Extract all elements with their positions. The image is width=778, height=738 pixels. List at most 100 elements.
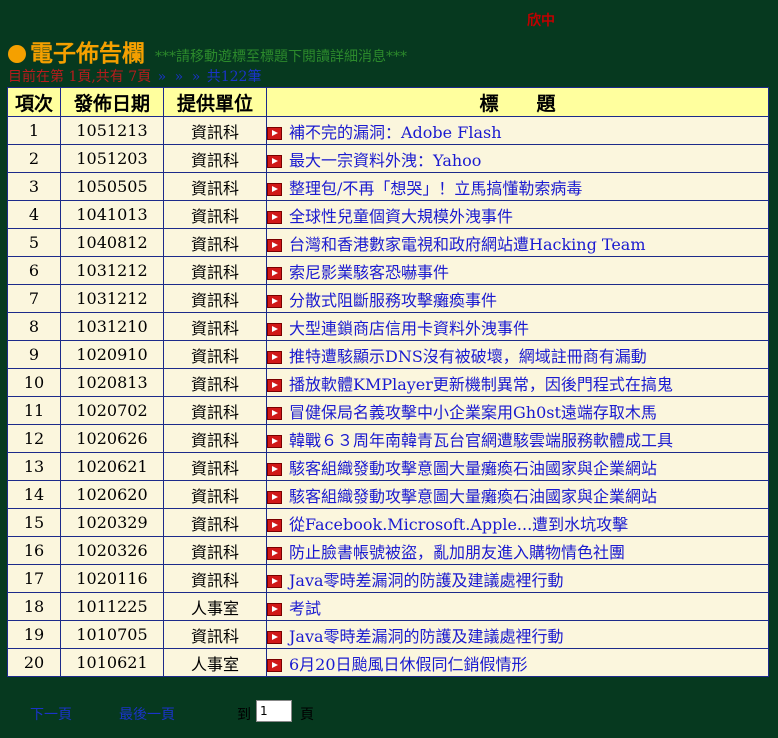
row-title-link[interactable]: 駭客組織發動攻擊意圖大量癱瘓石油國家與企業網站 bbox=[289, 459, 657, 478]
red-play-icon bbox=[267, 322, 282, 336]
row-unit: 資訊科 bbox=[163, 424, 267, 453]
row-date: 1011225 bbox=[60, 592, 164, 621]
goto-suffix: 頁 bbox=[300, 707, 314, 723]
row-unit: 資訊科 bbox=[163, 480, 267, 509]
pager-status: 目前在第 1頁,共有 7頁 » » » 共122筆 bbox=[8, 66, 261, 86]
row-date: 1020621 bbox=[60, 452, 164, 481]
row-no: 3 bbox=[7, 172, 61, 201]
row-date: 1020702 bbox=[60, 396, 164, 425]
row-title-link[interactable]: 大型連鎖商店信用卡資料外洩事件 bbox=[289, 319, 529, 338]
row-title-link[interactable]: 推特遭駭顯示DNS沒有被破壞，網域註冊商有漏動 bbox=[289, 347, 647, 366]
row-no: 14 bbox=[7, 480, 61, 509]
row-title-link[interactable]: 最大一宗資料外洩：Yahoo bbox=[289, 151, 481, 170]
bottom-nav: 下一頁 最後一頁 到 頁 bbox=[0, 700, 778, 726]
row-unit: 資訊科 bbox=[163, 116, 267, 145]
goto-page-input[interactable] bbox=[256, 700, 292, 722]
last-page-link[interactable]: 最後一頁 bbox=[119, 704, 175, 724]
row-no: 2 bbox=[7, 144, 61, 173]
table-row: 4 1041013 資訊科 全球性兒童個資大規模外洩事件 bbox=[7, 200, 769, 229]
table-row: 6 1031212 資訊科 索尼影業駭客恐嚇事件 bbox=[7, 256, 769, 285]
row-title-cell: 韓戰６３周年南韓青瓦台官網遭駭雲端服務軟體成工具 bbox=[266, 424, 769, 453]
row-date: 1031212 bbox=[60, 256, 164, 285]
row-title-link[interactable]: 6月20日颱風日休假同仁銷假情形 bbox=[289, 655, 528, 674]
row-title-link[interactable]: 考試 bbox=[289, 599, 321, 618]
row-no: 16 bbox=[7, 536, 61, 565]
row-title-link[interactable]: Java零時差漏洞的防護及建議處裡行動 bbox=[289, 627, 564, 646]
table-header-row: 項次 發佈日期 提供單位 標 題 bbox=[7, 87, 769, 117]
row-no: 17 bbox=[7, 564, 61, 593]
row-title-link[interactable]: 冒健保局名義攻擊中小企業案用Gh0st遠端存取木馬 bbox=[289, 403, 657, 422]
row-date: 1020116 bbox=[60, 564, 164, 593]
row-no: 6 bbox=[7, 256, 61, 285]
row-title-link[interactable]: 駭客組織發動攻擊意圖大量癱瘓石油國家與企業網站 bbox=[289, 487, 657, 506]
row-title-link[interactable]: 分散式阻斷服務攻擊癱瘓事件 bbox=[289, 291, 497, 310]
row-title-cell: 大型連鎖商店信用卡資料外洩事件 bbox=[266, 312, 769, 341]
red-play-icon bbox=[267, 462, 282, 476]
red-play-icon bbox=[267, 350, 282, 364]
row-no: 9 bbox=[7, 340, 61, 369]
red-play-icon bbox=[267, 406, 282, 420]
row-date: 1020326 bbox=[60, 536, 164, 565]
table-row: 1 1051213 資訊科 補不完的漏洞：Adobe Flash bbox=[7, 116, 769, 145]
pager-arrow-2[interactable]: » bbox=[175, 69, 184, 85]
row-title-cell: 防止臉書帳號被盜，亂加朋友進入購物情色社團 bbox=[266, 536, 769, 565]
orange-dot-icon bbox=[8, 45, 26, 63]
row-no: 19 bbox=[7, 620, 61, 649]
row-title-link[interactable]: 整理包/不再「想哭」！立馬搞懂勒索病毒 bbox=[289, 179, 582, 198]
red-play-icon bbox=[267, 602, 282, 616]
table-row: 17 1020116 資訊科 Java零時差漏洞的防護及建議處裡行動 bbox=[7, 564, 769, 593]
row-unit: 資訊科 bbox=[163, 508, 267, 537]
row-no: 8 bbox=[7, 312, 61, 341]
top-mark: 欣中 bbox=[527, 13, 555, 29]
row-title-cell: 6月20日颱風日休假同仁銷假情形 bbox=[266, 648, 769, 677]
red-play-icon bbox=[267, 546, 282, 560]
row-date: 1010705 bbox=[60, 620, 164, 649]
row-unit: 資訊科 bbox=[163, 620, 267, 649]
row-date: 1020620 bbox=[60, 480, 164, 509]
row-no: 1 bbox=[7, 116, 61, 145]
row-unit: 資訊科 bbox=[163, 452, 267, 481]
row-no: 15 bbox=[7, 508, 61, 537]
row-unit: 資訊科 bbox=[163, 200, 267, 229]
red-play-icon bbox=[267, 238, 282, 252]
row-no: 20 bbox=[7, 648, 61, 677]
row-unit: 資訊科 bbox=[163, 536, 267, 565]
header-unit: 提供單位 bbox=[163, 87, 267, 117]
red-play-icon bbox=[267, 434, 282, 448]
row-no: 18 bbox=[7, 592, 61, 621]
row-unit: 資訊科 bbox=[163, 228, 267, 257]
row-date: 1040812 bbox=[60, 228, 164, 257]
next-page-link[interactable]: 下一頁 bbox=[30, 704, 72, 724]
row-title-link[interactable]: 播放軟體KMPlayer更新機制異常，因後門程式在搞鬼 bbox=[289, 375, 673, 394]
row-title-cell: 駭客組織發動攻擊意圖大量癱瘓石油國家與企業網站 bbox=[266, 480, 769, 509]
red-play-icon bbox=[267, 126, 282, 140]
row-unit: 資訊科 bbox=[163, 144, 267, 173]
pager-arrow-3[interactable]: » bbox=[192, 69, 201, 85]
row-unit: 人事室 bbox=[163, 648, 267, 677]
row-no: 12 bbox=[7, 424, 61, 453]
red-play-icon bbox=[267, 210, 282, 224]
red-play-icon bbox=[267, 154, 282, 168]
red-play-icon bbox=[267, 518, 282, 532]
row-title-link[interactable]: 索尼影業駭客恐嚇事件 bbox=[289, 263, 449, 282]
pager-arrow-1[interactable]: » bbox=[158, 69, 167, 85]
row-no: 4 bbox=[7, 200, 61, 229]
row-unit: 資訊科 bbox=[163, 396, 267, 425]
row-title-link[interactable]: 全球性兒童個資大規模外洩事件 bbox=[289, 207, 513, 226]
row-unit: 資訊科 bbox=[163, 256, 267, 285]
table-row: 16 1020326 資訊科 防止臉書帳號被盜，亂加朋友進入購物情色社團 bbox=[7, 536, 769, 565]
red-play-icon bbox=[267, 294, 282, 308]
row-title-link[interactable]: 防止臉書帳號被盜，亂加朋友進入購物情色社團 bbox=[289, 543, 625, 562]
row-title-link[interactable]: 補不完的漏洞：Adobe Flash bbox=[289, 123, 502, 142]
row-title-link[interactable]: Java零時差漏洞的防護及建議處裡行動 bbox=[289, 571, 564, 590]
row-date: 1051203 bbox=[60, 144, 164, 173]
row-title-cell: 播放軟體KMPlayer更新機制異常，因後門程式在搞鬼 bbox=[266, 368, 769, 397]
row-no: 11 bbox=[7, 396, 61, 425]
row-title-link[interactable]: 韓戰６３周年南韓青瓦台官網遭駭雲端服務軟體成工具 bbox=[289, 431, 673, 450]
bulletin-table: 項次 發佈日期 提供單位 標 題 1 1051213 資訊科 補不完的漏洞：Adobe… bbox=[7, 87, 769, 677]
red-play-icon bbox=[267, 378, 282, 392]
row-title-link[interactable]: 台灣和香港數家電視和政府網站遭Hacking Team bbox=[289, 235, 646, 254]
table-row: 9 1020910 資訊科 推特遭駭顯示DNS沒有被破壞，網域註冊商有漏動 bbox=[7, 340, 769, 369]
row-title-link[interactable]: 從Facebook.Microsoft.Apple...遭到水坑攻擊 bbox=[289, 515, 628, 534]
row-date: 1020329 bbox=[60, 508, 164, 537]
